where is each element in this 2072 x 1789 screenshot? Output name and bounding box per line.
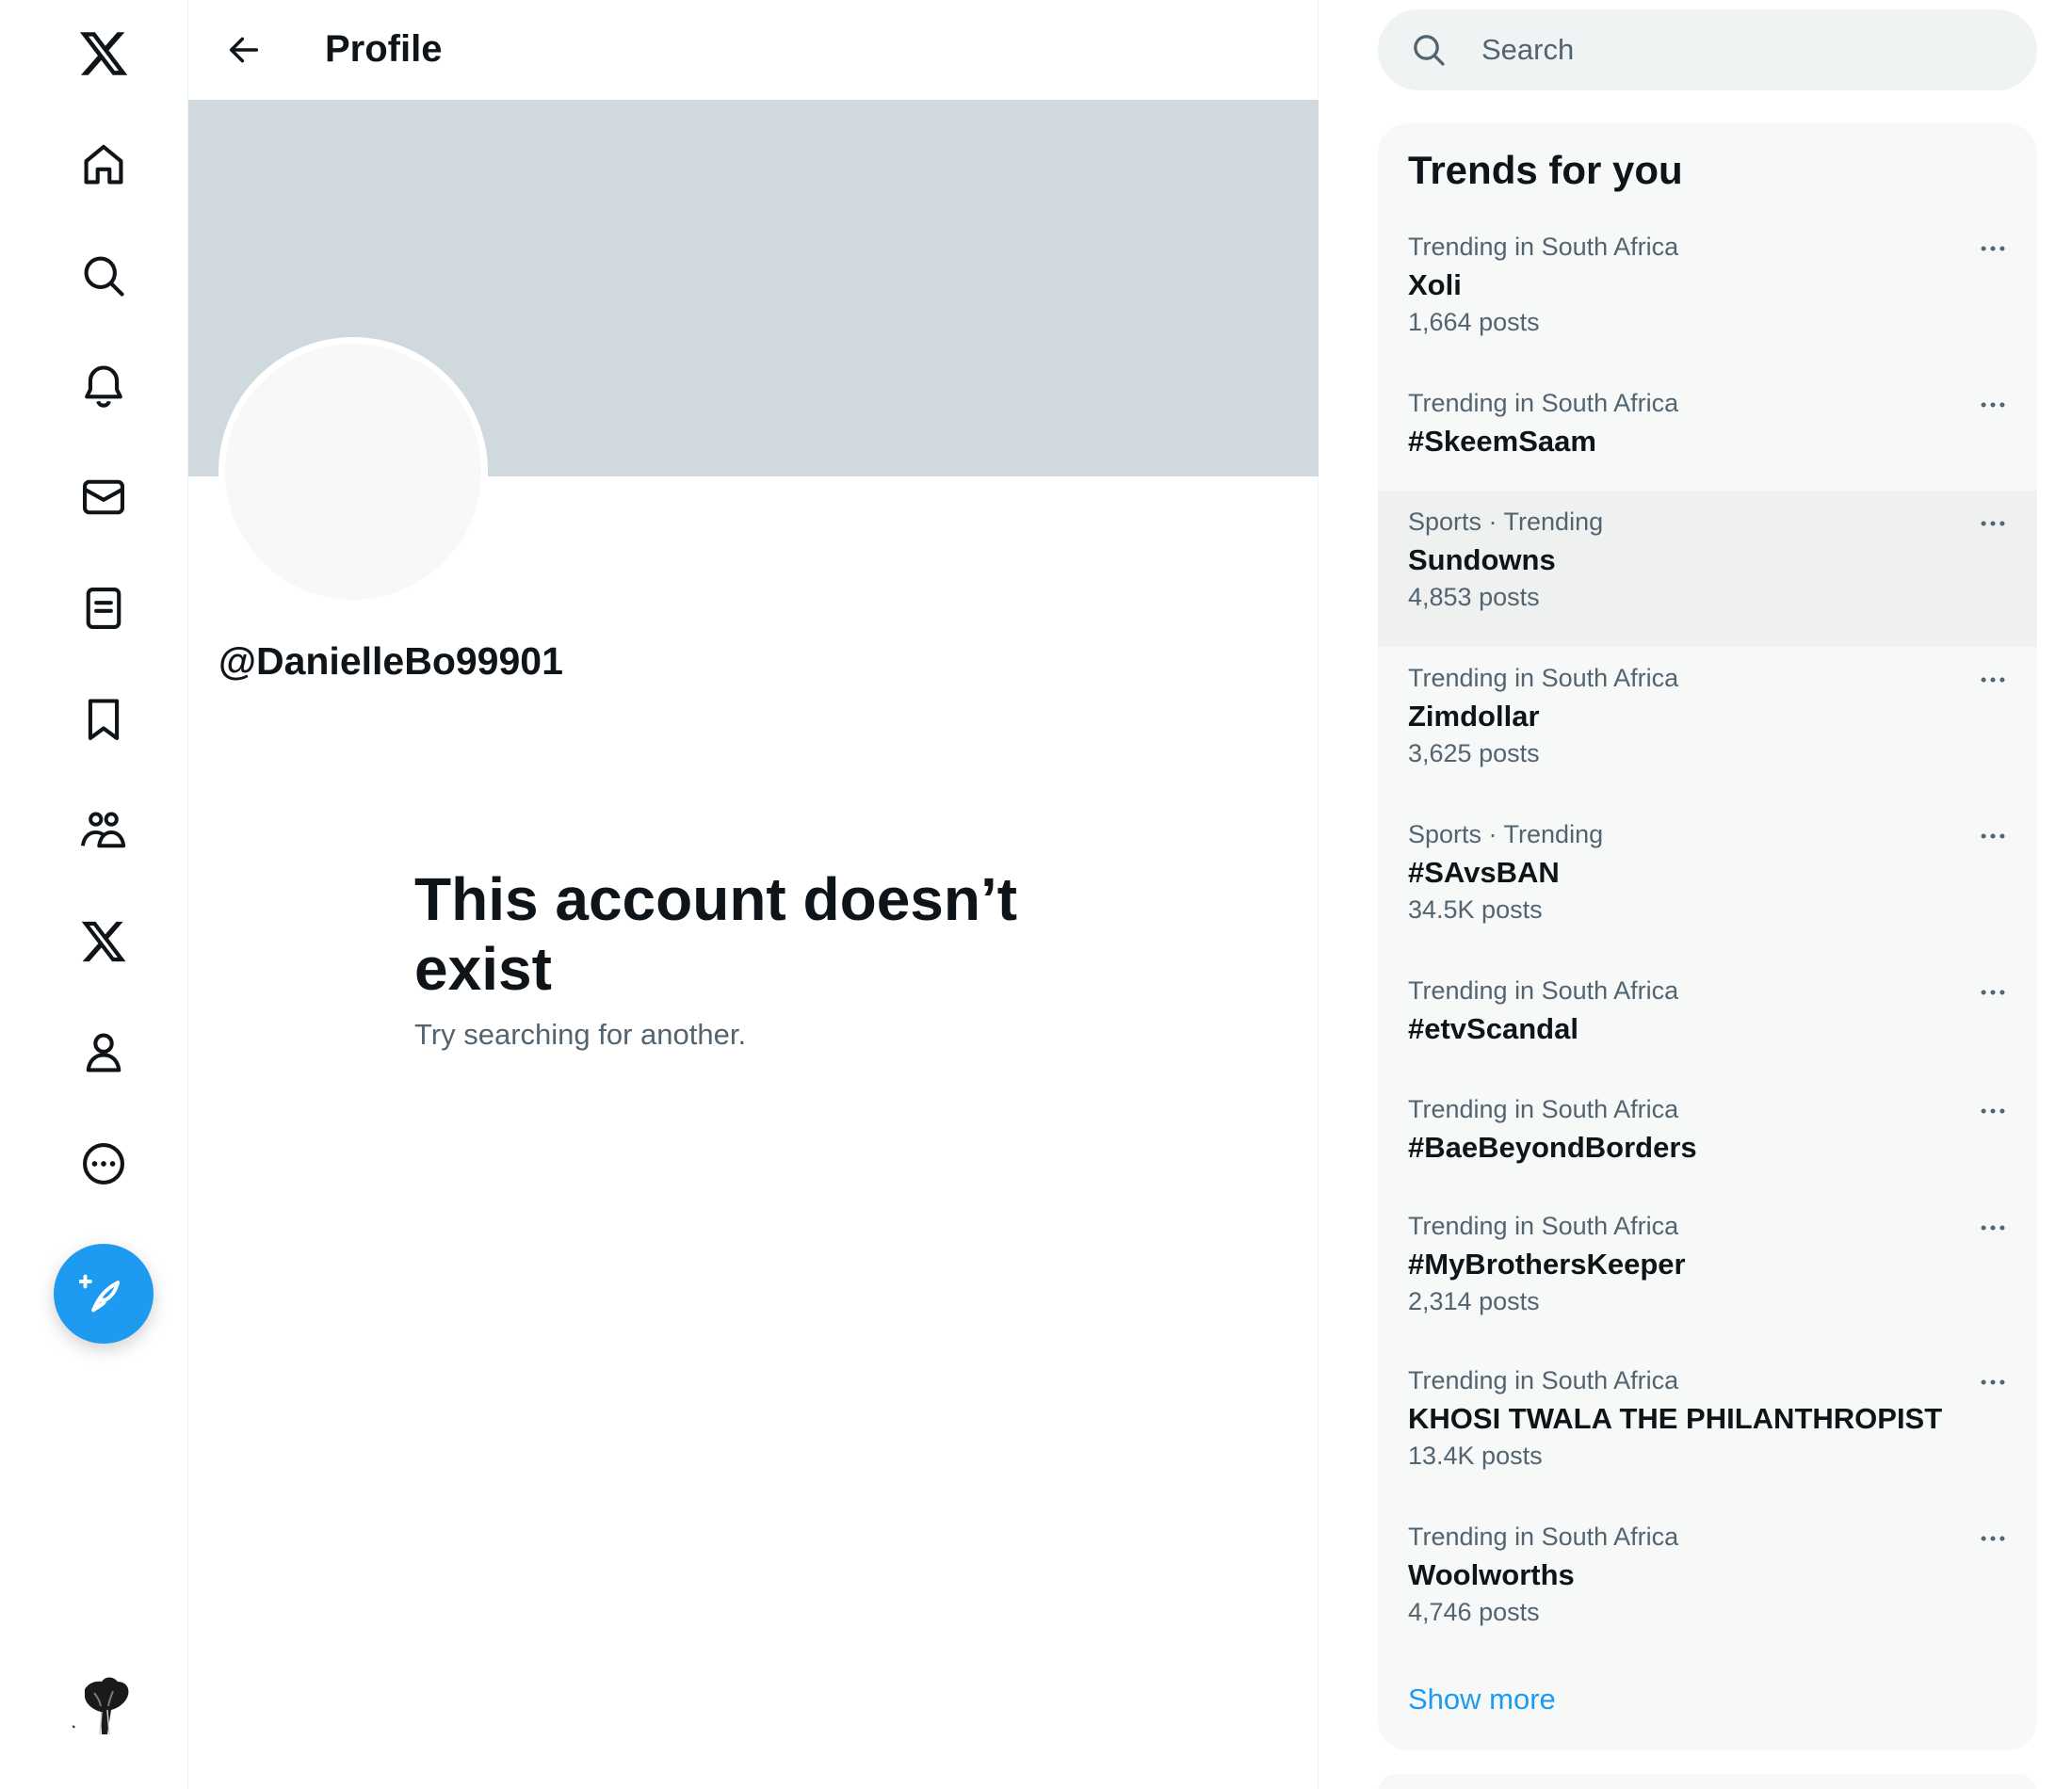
trend-post-count: 4,853 posts <box>1408 583 1540 611</box>
trend-post-count: 1,664 posts <box>1408 308 1540 336</box>
trend-post-count: 34.5K posts <box>1408 895 1543 924</box>
trends-panel: Trends for you Trending in South Africa … <box>1378 123 2037 1750</box>
trend-more-button[interactable] <box>1969 969 2016 1016</box>
trend-item[interactable]: Sports · Trending #SAvsBAN 34.5K posts <box>1378 803 2037 959</box>
trend-context: Trending in South Africa <box>1408 1095 1679 1123</box>
search-bar[interactable] <box>1378 9 2037 90</box>
communities-icon[interactable] <box>53 780 154 881</box>
trend-name: Woolworths <box>1408 1558 1575 1591</box>
trend-name: #MyBrothersKeeper <box>1408 1248 1686 1281</box>
empty-state-title: This account doesn’t exist <box>414 865 1018 1003</box>
home-icon[interactable] <box>53 114 154 216</box>
trend-more-button[interactable] <box>1969 1204 2016 1251</box>
more-horizontal-icon <box>1981 402 2005 408</box>
trend-more-button[interactable] <box>1969 225 2016 272</box>
search-icon[interactable] <box>53 225 154 327</box>
trend-item[interactable]: Trending in South Africa #SkeemSaam <box>1378 374 2037 491</box>
trend-item[interactable]: Trending in South Africa #BaeBeyondBorde… <box>1378 1076 2037 1193</box>
x-logo-icon[interactable] <box>53 3 154 105</box>
lists-icon[interactable] <box>53 557 154 659</box>
primary-nav <box>0 0 188 1789</box>
bookmark-icon[interactable] <box>53 669 154 770</box>
trend-item[interactable]: Trending in South Africa KHOSI TWALA THE… <box>1378 1349 2037 1506</box>
bell-icon[interactable] <box>53 335 154 437</box>
trend-context: Sports · Trending <box>1408 508 1604 536</box>
trend-name: KHOSI TWALA THE PHILANTHROPIST <box>1408 1402 1943 1435</box>
mail-icon[interactable] <box>53 446 154 548</box>
next-sidebar-card <box>1378 1774 2037 1789</box>
trend-name: Sundowns <box>1408 543 1556 576</box>
main-column: Profile @DanielleBo99901 This account do… <box>188 0 1319 1789</box>
trend-name: #BaeBeyondBorders <box>1408 1131 1697 1164</box>
trend-item[interactable]: Trending in South Africa #etvScandal <box>1378 959 2037 1076</box>
more-horizontal-icon <box>1981 833 2005 839</box>
trend-context: Trending in South Africa <box>1408 1366 1679 1394</box>
more-horizontal-icon <box>1981 1379 2005 1385</box>
trend-name: #SkeemSaam <box>1408 425 1596 458</box>
profile-avatar-placeholder <box>225 344 481 600</box>
empty-state-subtitle: Try searching for another. <box>414 1018 747 1051</box>
trend-more-button[interactable] <box>1969 500 2016 547</box>
show-more-link[interactable]: Show more <box>1408 1681 1556 1718</box>
x-premium-icon[interactable] <box>53 891 154 992</box>
trend-context: Trending in South Africa <box>1408 1212 1679 1240</box>
more-horizontal-icon <box>1981 1225 2005 1231</box>
trend-more-button[interactable] <box>1969 1088 2016 1135</box>
more-horizontal-icon <box>1981 1536 2005 1541</box>
more-circle-icon[interactable] <box>53 1113 154 1215</box>
trend-context: Trending in South Africa <box>1408 976 1679 1005</box>
profile-avatar <box>219 337 488 606</box>
trend-name: #etvScandal <box>1408 1012 1578 1045</box>
trend-item[interactable]: Trending in South Africa Zimdollar 3,625… <box>1378 647 2037 803</box>
page-title: Profile <box>325 28 443 70</box>
account-avatar[interactable] <box>66 1667 143 1744</box>
trend-more-button[interactable] <box>1969 813 2016 860</box>
trend-more-button[interactable] <box>1969 381 2016 428</box>
trends-title: Trends for you <box>1408 148 1683 192</box>
profile-icon[interactable] <box>53 1002 154 1104</box>
trend-item[interactable]: Trending in South Africa Woolworths 4,74… <box>1378 1506 2037 1662</box>
trend-context: Trending in South Africa <box>1408 233 1679 261</box>
back-button[interactable] <box>209 15 279 85</box>
trend-post-count: 2,314 posts <box>1408 1287 1540 1315</box>
trend-context: Trending in South Africa <box>1408 389 1679 417</box>
arrow-left-icon <box>229 37 259 63</box>
trend-name: #SAvsBAN <box>1408 856 1560 889</box>
trend-post-count: 3,625 posts <box>1408 739 1540 767</box>
more-horizontal-icon <box>1981 677 2005 683</box>
profile-header: Profile <box>188 0 1319 100</box>
feather-plus-icon <box>79 1274 121 1313</box>
trend-name: Zimdollar <box>1408 700 1540 733</box>
trend-name: Xoli <box>1408 268 1462 301</box>
trend-item[interactable]: Trending in South Africa #MyBrothersKeep… <box>1378 1193 2037 1349</box>
profile-handle: @DanielleBo99901 <box>219 639 563 683</box>
search-input[interactable] <box>1481 9 2009 90</box>
trend-more-button[interactable] <box>1969 1515 2016 1562</box>
trend-context: Trending in South Africa <box>1408 664 1679 692</box>
empty-state: This account doesn’t exist Try searching… <box>414 864 1093 1055</box>
more-horizontal-icon <box>1981 990 2005 995</box>
search-icon <box>1414 35 1445 66</box>
trend-more-button[interactable] <box>1969 656 2016 703</box>
trend-post-count: 13.4K posts <box>1408 1442 1543 1470</box>
trend-item[interactable]: Sports · Trending Sundowns 4,853 posts <box>1378 491 2037 647</box>
compose-post-button[interactable] <box>54 1244 154 1344</box>
trend-post-count: 4,746 posts <box>1408 1598 1540 1626</box>
more-horizontal-icon <box>1981 1108 2005 1114</box>
more-horizontal-icon <box>1981 246 2005 251</box>
more-horizontal-icon <box>1981 521 2005 526</box>
trend-item[interactable]: Trending in South Africa Xoli 1,664 post… <box>1378 218 2037 374</box>
trend-context: Trending in South Africa <box>1408 1523 1679 1551</box>
trend-context: Sports · Trending <box>1408 820 1604 848</box>
account-avatar-image <box>66 1667 143 1744</box>
trend-more-button[interactable] <box>1969 1359 2016 1406</box>
